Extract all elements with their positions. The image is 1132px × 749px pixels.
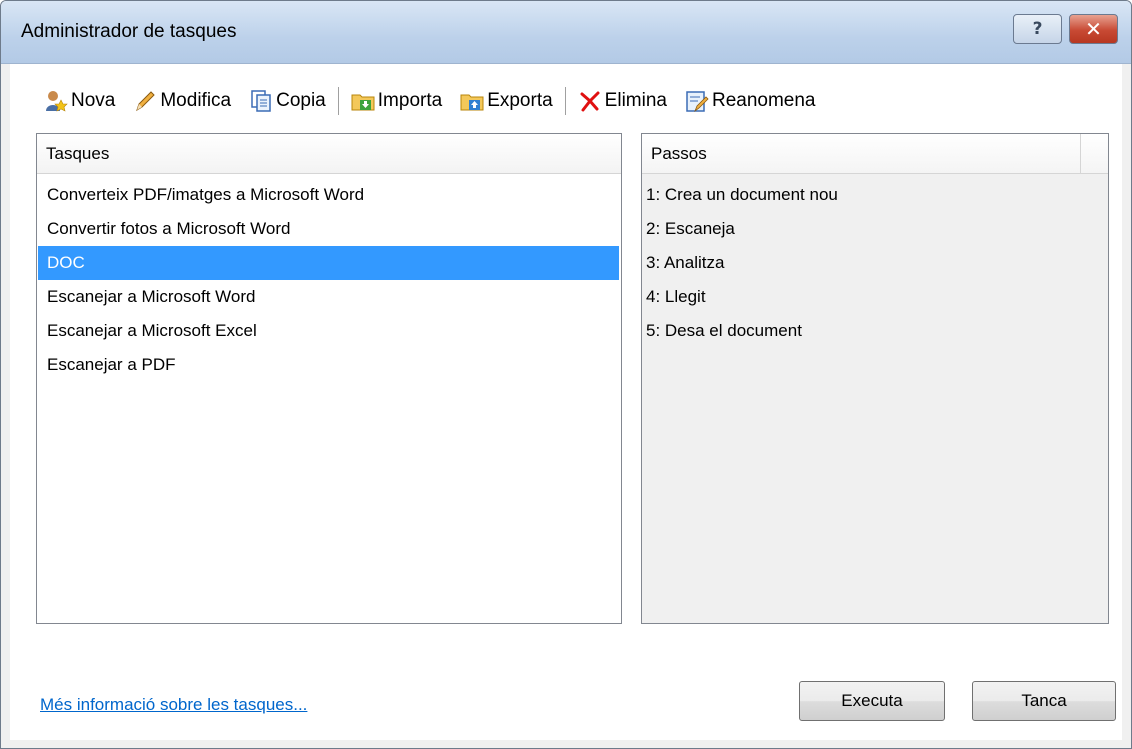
task-item[interactable]: Converteix PDF/imatges a Microsoft Word [38,178,619,212]
toolbar-separator [337,87,339,115]
new-task-icon [44,89,68,113]
export-label: Exporta [487,90,553,111]
more-info-link[interactable]: Més informació sobre les tasques... [40,695,307,715]
task-item[interactable]: Escanejar a PDF [38,348,619,382]
tasks-panel: Tasques Converteix PDF/imatges a Microso… [36,133,622,624]
delete-x-icon [578,89,602,113]
task-item[interactable]: Escanejar a Microsoft Word [38,280,619,314]
copy-icon [249,89,273,113]
help-button[interactable]: ? [1013,14,1062,44]
steps-list: 1: Crea un document nou 2: Escaneja 3: A… [642,174,1108,348]
close-button-label: Tanca [1021,691,1067,710]
steps-header-label: Passos [651,143,707,163]
toolbar-separator [564,87,566,115]
task-item[interactable]: Escanejar a Microsoft Excel [38,314,619,348]
export-button[interactable]: Exporta [456,86,556,116]
step-item: 4: Llegit [646,287,706,306]
new-label: Nova [71,90,116,111]
step-item: 2: Escaneja [646,219,735,238]
import-button[interactable]: Importa [347,86,446,116]
rename-icon [685,89,709,113]
rename-button[interactable]: Reanomena [681,86,820,116]
close-icon: ✕ [1085,17,1102,41]
task-item-selected[interactable]: DOC [38,246,619,280]
title-bar[interactable]: Administrador de tasques ? ✕ [1,1,1131,64]
rename-label: Reanomena [711,90,816,111]
new-button[interactable]: Nova [40,86,119,116]
import-folder-icon [351,89,375,113]
dialog-content: Nova Modifica Copia Importa Exporta Elim… [10,64,1122,740]
copy-label: Copia [276,90,326,111]
column-divider[interactable] [1080,134,1081,173]
modify-button[interactable]: Modifica [129,86,235,116]
tasks-list: Converteix PDF/imatges a Microsoft Word … [37,174,621,382]
step-item: 1: Crea un document nou [646,185,838,204]
delete-label: Elimina [604,90,667,111]
help-icon: ? [1032,19,1043,39]
tasks-header-label: Tasques [46,143,110,163]
modify-label: Modifica [160,90,232,111]
task-manager-dialog: Administrador de tasques ? ✕ Nova Modifi… [0,0,1132,749]
step-item: 3: Analitza [646,253,725,272]
delete-button[interactable]: Elimina [574,86,671,116]
steps-panel: Passos 1: Crea un document nou 2: Escane… [641,133,1109,624]
task-item[interactable]: Convertir fotos a Microsoft Word [38,212,619,246]
pencil-icon [133,89,157,113]
tasks-column-header[interactable]: Tasques [37,134,621,174]
close-button[interactable]: Tanca [972,681,1116,721]
steps-column-header[interactable]: Passos [642,134,1108,174]
copy-button[interactable]: Copia [245,86,330,116]
step-item: 5: Desa el document [646,321,802,340]
run-button-label: Executa [841,691,903,710]
import-label: Importa [377,90,443,111]
window-title: Administrador de tasques [21,21,237,42]
close-window-button[interactable]: ✕ [1069,14,1118,44]
run-button[interactable]: Executa [799,681,945,721]
export-folder-icon [460,89,484,113]
toolbar: Nova Modifica Copia Importa Exporta Elim… [40,86,830,116]
